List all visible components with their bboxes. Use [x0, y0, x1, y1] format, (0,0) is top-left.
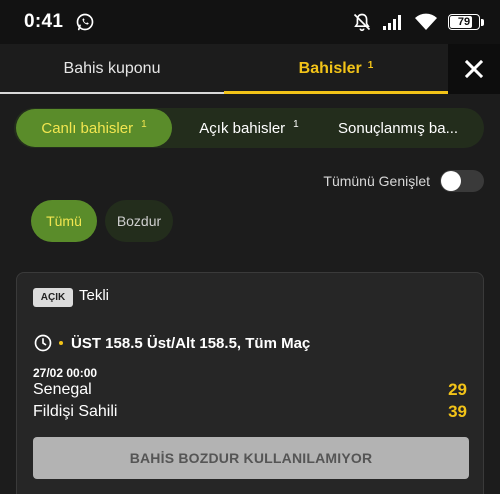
status-bar: 0:41 79 [0, 0, 500, 44]
battery-level: 79 [457, 16, 471, 28]
bet-card[interactable]: AÇIK Tekli ÜST 158.5 Üst/Alt 158.5, Tüm … [16, 272, 484, 494]
chip-all[interactable]: Tümü [31, 200, 97, 242]
filter-settled-bets-label: Sonuçlanmış ba... [338, 119, 459, 137]
filter-live-bets[interactable]: Canlı bahisler 1 [16, 109, 172, 147]
expand-all-row: Tümünü Genişlet [323, 170, 484, 192]
cashout-button-label: BAHİS BOZDUR KULLANILAMIYOR [129, 450, 373, 466]
chip-cashout-label: Bozdur [116, 213, 162, 229]
signal-icon [383, 15, 401, 30]
filter-live-bets-count: 1 [141, 118, 147, 130]
chip-cashout[interactable]: Bozdur [105, 200, 173, 242]
whatsapp-icon [76, 13, 94, 31]
clock-icon [34, 334, 52, 352]
away-score: 39 [448, 402, 467, 421]
bet-slip-tabs: Bahis kuponu Bahisler 1 [0, 44, 500, 94]
filter-live-bets-label: Canlı bahisler [41, 119, 134, 137]
tab-bets[interactable]: Bahisler 1 [224, 44, 448, 94]
match-date: 27/02 00:00 [33, 366, 98, 380]
filter-open-bets[interactable]: Açık bahisler 1 [184, 108, 314, 148]
tab-bet-slip[interactable]: Bahis kuponu [0, 44, 224, 94]
bet-status-filter: Canlı bahisler 1 Açık bahisler 1 Sonuçla… [14, 108, 484, 148]
app-root: 0:41 79 Bahis kuponu Bahisler 1 Canlı ba… [0, 0, 500, 494]
filter-open-bets-label: Açık bahisler [199, 119, 286, 137]
live-dot [59, 341, 63, 345]
home-score: 29 [448, 380, 467, 399]
close-button[interactable] [448, 44, 500, 94]
bet-type: Tekli [79, 287, 110, 304]
tab-bet-slip-label: Bahis kuponu [63, 60, 161, 77]
market-selection: ÜST 158.5 Üst/Alt 158.5, Tüm Maç [71, 334, 311, 352]
toggle-knob [441, 171, 461, 191]
tab-bets-count: 1 [367, 59, 374, 71]
market-row: ÜST 158.5 Üst/Alt 158.5, Tüm Maç [33, 333, 310, 353]
filter-open-bets-count: 1 [293, 118, 299, 130]
close-icon [465, 60, 483, 78]
battery-icon: 79 [448, 14, 484, 30]
away-team: Fildişi Sahili [33, 403, 118, 420]
wifi-icon [415, 13, 437, 30]
status-time: 0:41 [24, 11, 64, 32]
cashout-unavailable-button[interactable]: BAHİS BOZDUR KULLANILAMIYOR [33, 437, 469, 479]
tab-active-indicator [224, 91, 448, 94]
chip-all-label: Tümü [46, 213, 82, 229]
status-icons: 79 [352, 12, 484, 32]
expand-all-toggle[interactable] [440, 170, 484, 192]
filter-settled-bets[interactable]: Sonuçlanmış ba... [338, 108, 484, 148]
tab-bets-label: Bahisler [298, 60, 362, 77]
status-badge: AÇIK [33, 288, 73, 307]
home-team: Senegal [33, 381, 92, 398]
bell-muted-icon [353, 13, 371, 32]
expand-all-label: Tümünü Genişlet [323, 173, 430, 189]
